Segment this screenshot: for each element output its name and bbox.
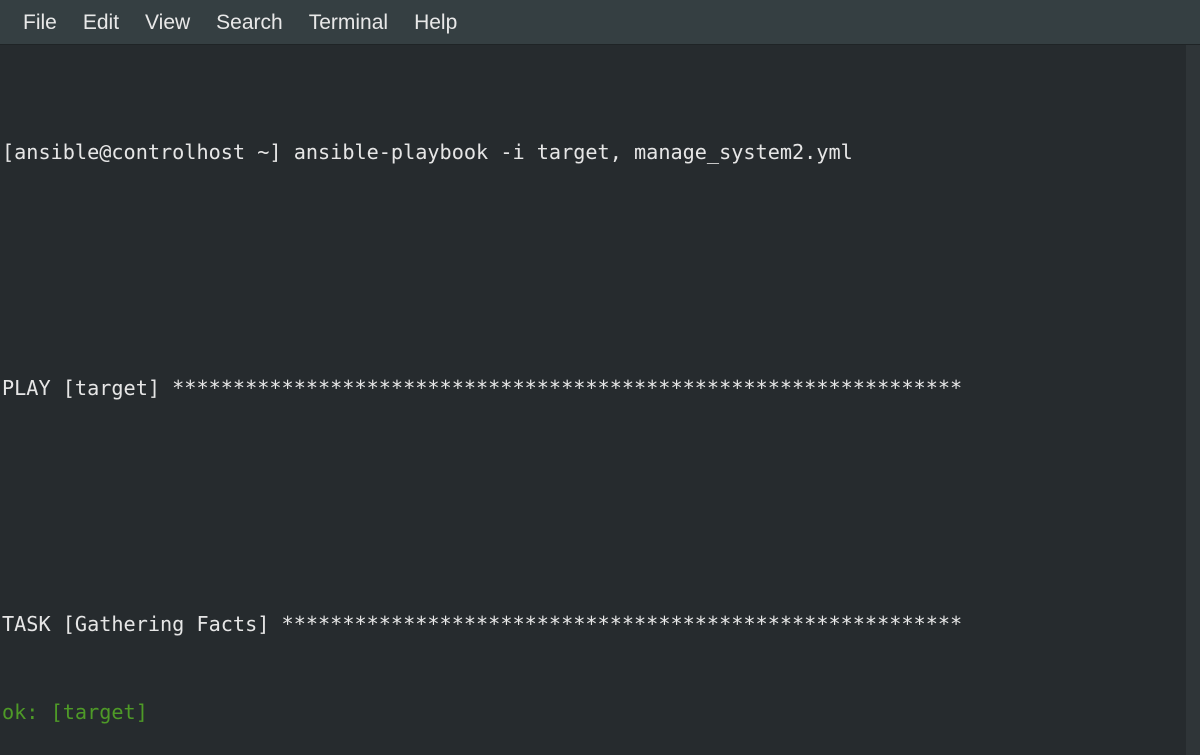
play-header-line: PLAY [target] **************************… bbox=[2, 374, 1200, 404]
menu-help[interactable]: Help bbox=[401, 7, 470, 38]
status-ok: ok: [target] bbox=[2, 700, 148, 724]
vertical-scrollbar[interactable] bbox=[1186, 45, 1200, 755]
task-stars: ****************************************… bbox=[281, 611, 963, 636]
menu-edit[interactable]: Edit bbox=[70, 7, 132, 38]
play-header-label: PLAY [target] bbox=[2, 375, 173, 400]
terminal-output-area[interactable]: [ansible@controlhost ~] ansible-playbook… bbox=[0, 45, 1200, 755]
task-line: TASK [Gathering Facts] *****************… bbox=[2, 610, 1200, 640]
shell-prompt: [ansible@controlhost ~] bbox=[2, 139, 282, 164]
task-label: TASK [Gathering Facts] bbox=[2, 611, 282, 636]
terminal-window: File Edit View Search Terminal Help [ans… bbox=[0, 0, 1200, 755]
play-header-stars: ****************************************… bbox=[172, 375, 963, 400]
command-line: [ansible@controlhost ~] ansible-playbook… bbox=[2, 138, 1200, 168]
menu-search[interactable]: Search bbox=[203, 7, 296, 38]
command-text: ansible-playbook -i target, manage_syste… bbox=[281, 139, 853, 164]
task-status-line: ok: [target] bbox=[2, 698, 1200, 728]
scrollbar-thumb[interactable] bbox=[1186, 45, 1200, 755]
menu-bar: File Edit View Search Terminal Help bbox=[0, 0, 1200, 45]
menu-view[interactable]: View bbox=[132, 7, 203, 38]
menu-terminal[interactable]: Terminal bbox=[296, 7, 401, 38]
menu-file[interactable]: File bbox=[10, 7, 70, 38]
